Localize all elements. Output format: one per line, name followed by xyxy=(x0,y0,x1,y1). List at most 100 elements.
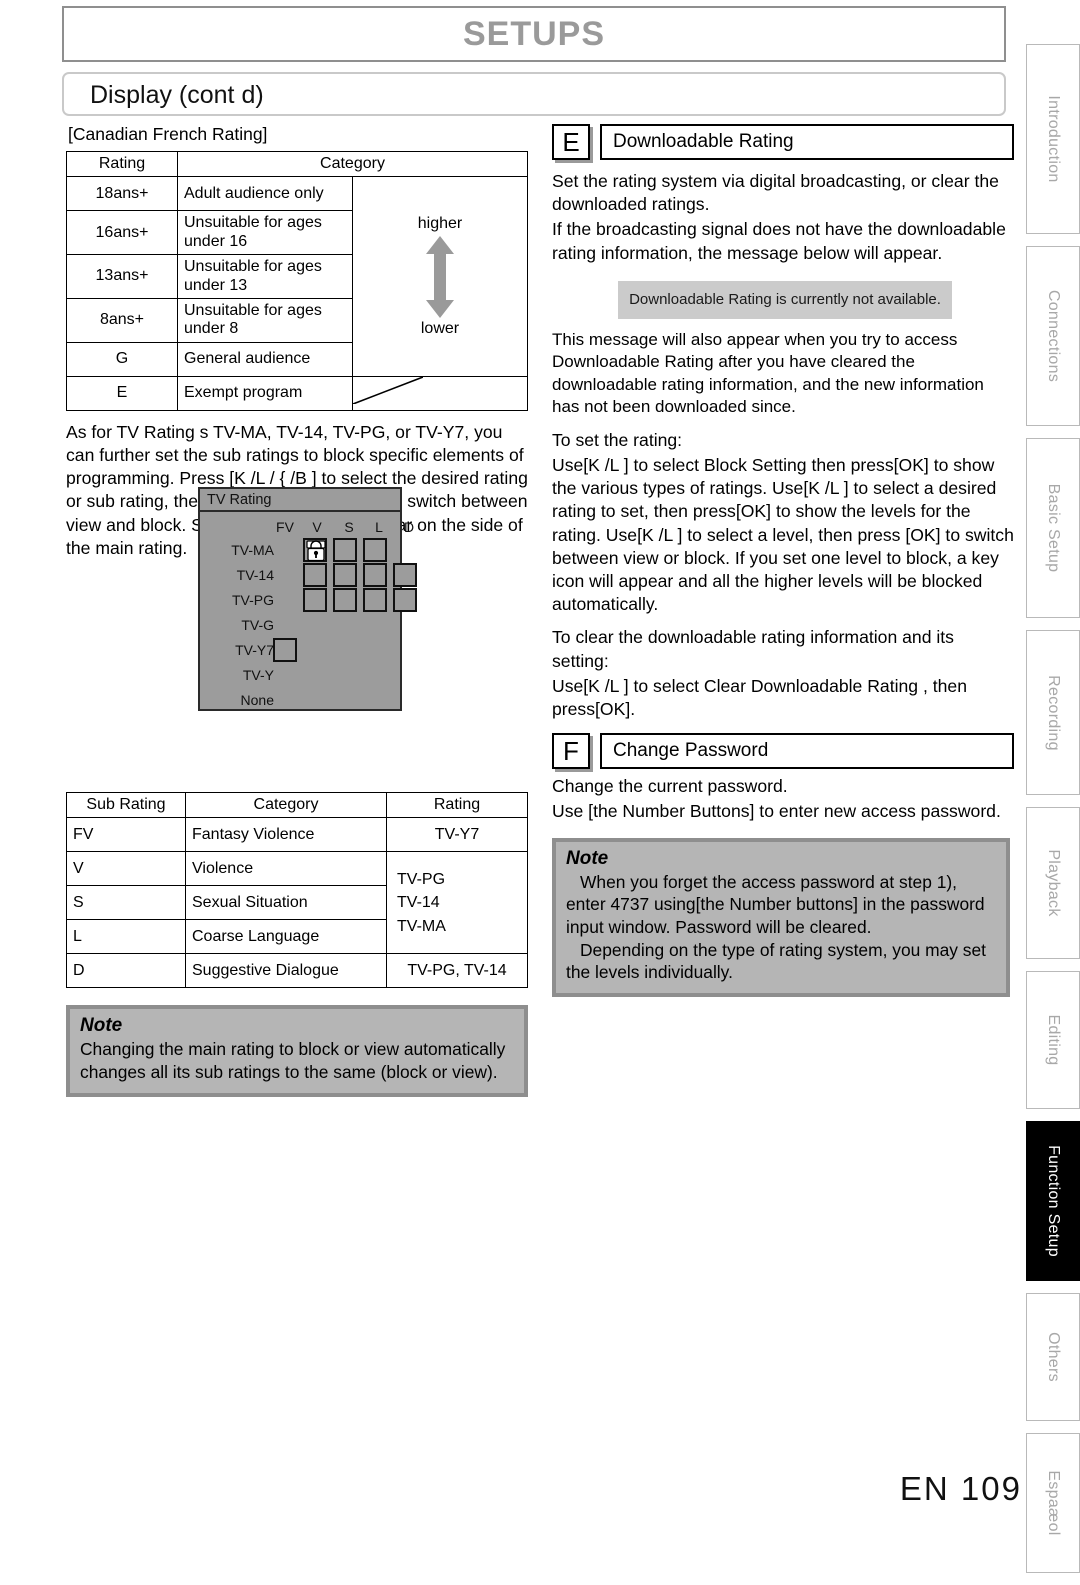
section-e-title: Downloadable Rating xyxy=(600,124,1014,160)
chapter-tab-recording[interactable]: Recording xyxy=(1026,630,1080,795)
osd-cell-tv14-s[interactable] xyxy=(333,563,357,587)
osd-col-l: L xyxy=(375,519,383,535)
osd-title: TV Rating xyxy=(200,489,400,512)
up-down-arrow-icon xyxy=(426,235,454,318)
sub-rating-0: TV-Y7 xyxy=(386,817,528,853)
col-header-sub-category: Category xyxy=(185,792,387,819)
sub-category-1: Violence xyxy=(185,851,387,887)
cf-rating-3: 8ans+ xyxy=(66,297,178,343)
table-row: E Exempt program xyxy=(66,375,528,411)
section-e-header: E Downloadable Rating xyxy=(552,124,1014,160)
cf-category-5: Exempt program xyxy=(177,375,353,411)
scale-higher-label: higher xyxy=(417,215,463,233)
note-box-left: Note Changing the main rating to block o… xyxy=(66,1005,528,1097)
chapter-tab-editing[interactable]: Editing xyxy=(1026,971,1080,1109)
osd-cell-tvy7-fv[interactable] xyxy=(273,638,297,662)
table-header-row: Sub Rating Category Rating xyxy=(66,792,528,819)
rating-scale-cell: higher lower xyxy=(352,176,528,377)
chapter-tab-connections[interactable]: Connections xyxy=(1026,246,1080,426)
chapter-tab-label: Function Setup xyxy=(1045,1145,1062,1257)
merged-rating-line-1: TV-14 xyxy=(397,894,440,912)
to-set-the-rating-heading: To set the rating: xyxy=(552,429,683,450)
cf-category-1: Unsuitable for ages under 16 xyxy=(177,210,353,256)
osd-col-s: S xyxy=(344,519,354,535)
sub-code-1: V xyxy=(66,851,186,887)
page-banner: SETUPS xyxy=(62,6,1006,62)
merged-rating-line-0: TV-PG xyxy=(397,871,446,889)
table-row: FV Fantasy Violence TV-Y7 xyxy=(66,817,528,853)
f-paragraph-1: Change the current password. xyxy=(552,776,788,797)
osd-col-d: D xyxy=(403,519,415,535)
chapter-tab-playback[interactable]: Playback xyxy=(1026,807,1080,959)
chapter-tab-label: Basic Setup xyxy=(1045,483,1062,573)
cf-category-0: Adult audience only xyxy=(177,176,353,212)
col-header-sub-rating: Sub Rating xyxy=(66,792,186,819)
note-title: Note xyxy=(80,1015,123,1037)
section-title-bar: Display (cont d) xyxy=(62,72,1006,116)
osd-row-tv-y7: TV-Y7 xyxy=(235,642,274,658)
note-body: When you forget the access password at s… xyxy=(566,871,996,984)
osd-cell-tvma-l[interactable] xyxy=(363,538,387,562)
cf-category-3: Unsuitable for ages under 8 xyxy=(177,297,353,343)
page-title: Display (cont d) xyxy=(90,81,264,109)
osd-cell-tvma-v[interactable] xyxy=(303,538,327,562)
osd-cell-tv14-l[interactable] xyxy=(363,563,387,587)
e-paragraph-2: If the broadcasting signal does not have… xyxy=(552,219,1006,263)
sub-code-4: D xyxy=(66,953,186,989)
section-f-title: Change Password xyxy=(600,733,1014,770)
table-row: V Violence TV-PG TV-14 TV-MA xyxy=(66,851,528,955)
canadian-french-rating-table: Rating Category 18ans+ Adult audience on… xyxy=(66,150,528,411)
osd-cell-tv14-d[interactable] xyxy=(393,563,417,587)
osd-col-fv: FV xyxy=(276,519,294,535)
sub-code-3: L xyxy=(66,919,186,955)
sub-category-3: Coarse Language xyxy=(185,919,387,955)
osd-cell-tv14-v[interactable] xyxy=(303,563,327,587)
tv-rating-osd-mock: TV Rating FV V S L D TV-MA TV-14 TV-PG T… xyxy=(198,487,417,711)
sub-rating-merged: TV-PG TV-14 TV-MA xyxy=(386,851,528,955)
right-column: E Downloadable Rating Set the rating sys… xyxy=(552,124,1014,997)
section-f-letter: F xyxy=(552,733,590,770)
cf-rating-1: 16ans+ xyxy=(66,210,178,256)
section-f-header: F Change Password xyxy=(552,733,1014,770)
cf-category-4: General audience xyxy=(177,341,353,377)
chapter-tab-function-setup[interactable]: Function Setup xyxy=(1026,1121,1080,1281)
chapter-tab-others[interactable]: Others xyxy=(1026,1293,1080,1421)
chapter-tab-label: Recording xyxy=(1045,674,1062,751)
sub-code-2: S xyxy=(66,885,186,921)
col-header-rating: Rating xyxy=(66,150,178,178)
canadian-french-rating-label: [Canadian French Rating] xyxy=(68,124,268,144)
note-box-right: Note When you forget the access password… xyxy=(552,837,1010,997)
chapter-tab-introduction[interactable]: Introduction xyxy=(1026,44,1080,234)
sub-rating-table: Sub Rating Category Rating FV Fantasy Vi… xyxy=(66,792,528,989)
osd-cell-tvpg-d[interactable] xyxy=(393,588,417,612)
f-paragraph-2: Use [the Number Buttons] to enter new ac… xyxy=(552,801,1001,822)
note-line-2: Depending on the type of rating system, … xyxy=(566,939,987,983)
chapter-tab-basic-setup[interactable]: Basic Setup xyxy=(1026,438,1080,618)
chapter-tab-espa-ol[interactable]: Espaæol xyxy=(1026,1433,1080,1573)
osd-col-v: V xyxy=(312,519,322,535)
cf-rating-5: E xyxy=(66,375,178,411)
osd-row-tv-g: TV-G xyxy=(241,617,274,633)
osd-cell-tvma-s[interactable] xyxy=(333,538,357,562)
scale-lower-label: lower xyxy=(420,319,460,337)
sub-category-0: Fantasy Violence xyxy=(185,817,387,853)
diagonal-strike-icon xyxy=(353,376,423,404)
osd-warning-message: Downloadable Rating is currently not ava… xyxy=(618,280,952,319)
sub-rating-4: TV-PG, TV-14 xyxy=(386,953,528,989)
table-header-row: Rating Category xyxy=(66,150,528,178)
to-clear-body: Use[K /L ] to select Clear Downloadable … xyxy=(552,675,967,720)
osd-cell-tvpg-l[interactable] xyxy=(363,588,387,612)
chapter-tab-label: Playback xyxy=(1045,849,1062,917)
chapter-tab-label: Others xyxy=(1045,1332,1062,1382)
cf-category-2: Unsuitable for ages under 13 xyxy=(177,254,353,299)
section-e-letter: E xyxy=(552,124,590,160)
chapter-tab-label: Introduction xyxy=(1045,95,1062,183)
table-row: D Suggestive Dialogue TV-PG, TV-14 xyxy=(66,953,528,989)
osd-row-none: None xyxy=(240,692,274,708)
cf-rating-0: 18ans+ xyxy=(66,176,178,212)
osd-cell-tvpg-s[interactable] xyxy=(333,588,357,612)
page-number: EN 109 xyxy=(899,1470,1022,1507)
osd-row-tv-y: TV-Y xyxy=(242,667,274,683)
to-set-the-rating-body: Use[K /L ] to select Block Setting then … xyxy=(552,454,1014,615)
osd-cell-tvpg-v[interactable] xyxy=(303,588,327,612)
